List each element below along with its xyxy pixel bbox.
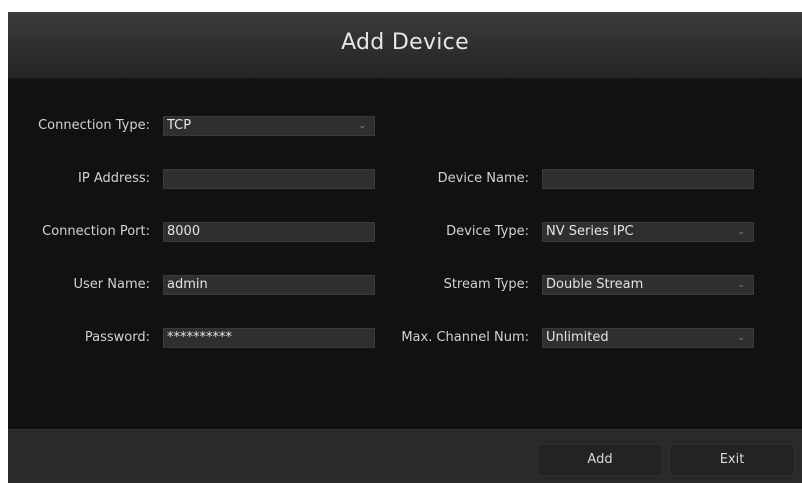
chevron-down-icon: ⌄ <box>358 121 366 131</box>
user-name-input[interactable]: admin <box>163 275 375 295</box>
chevron-down-icon: ⌄ <box>737 280 745 290</box>
connection-port-input[interactable]: 8000 <box>163 222 375 242</box>
add-device-dialog: Add Device Connection Type: TCP ⌄ IP Add… <box>8 12 802 483</box>
device-type-select[interactable]: NV Series IPC ⌄ <box>542 222 754 242</box>
max-channel-num-label: Max. Channel Num: <box>401 330 529 345</box>
connection-type-label: Connection Type: <box>38 118 150 133</box>
connection-port-label: Connection Port: <box>42 224 150 239</box>
device-name-input[interactable] <box>542 169 754 189</box>
device-type-value: NV Series IPC <box>546 224 634 239</box>
form-area: Connection Type: TCP ⌄ IP Address: Devic… <box>8 79 802 429</box>
stream-type-select[interactable]: Double Stream ⌄ <box>542 275 754 295</box>
ip-address-input[interactable] <box>163 169 375 189</box>
dialog-title: Add Device <box>341 30 469 55</box>
stream-type-label: Stream Type: <box>443 277 529 292</box>
max-channel-num-value: Unlimited <box>546 330 609 345</box>
add-button[interactable]: Add <box>537 444 663 476</box>
user-name-label: User Name: <box>73 277 151 292</box>
max-channel-num-select[interactable]: Unlimited ⌄ <box>542 328 754 348</box>
dialog-footer: Add Exit <box>8 429 802 483</box>
password-input[interactable]: ********** <box>163 328 375 348</box>
chevron-down-icon: ⌄ <box>737 333 745 343</box>
exit-button[interactable]: Exit <box>669 444 795 476</box>
connection-type-select[interactable]: TCP ⌄ <box>163 116 375 136</box>
password-label: Password: <box>84 330 150 345</box>
title-bar: Add Device <box>8 12 802 79</box>
device-type-label: Device Type: <box>446 224 529 239</box>
connection-type-value: TCP <box>167 118 192 133</box>
stream-type-value: Double Stream <box>546 277 644 292</box>
device-name-label: Device Name: <box>437 171 529 186</box>
ip-address-label: IP Address: <box>78 171 150 186</box>
chevron-down-icon: ⌄ <box>737 227 745 237</box>
